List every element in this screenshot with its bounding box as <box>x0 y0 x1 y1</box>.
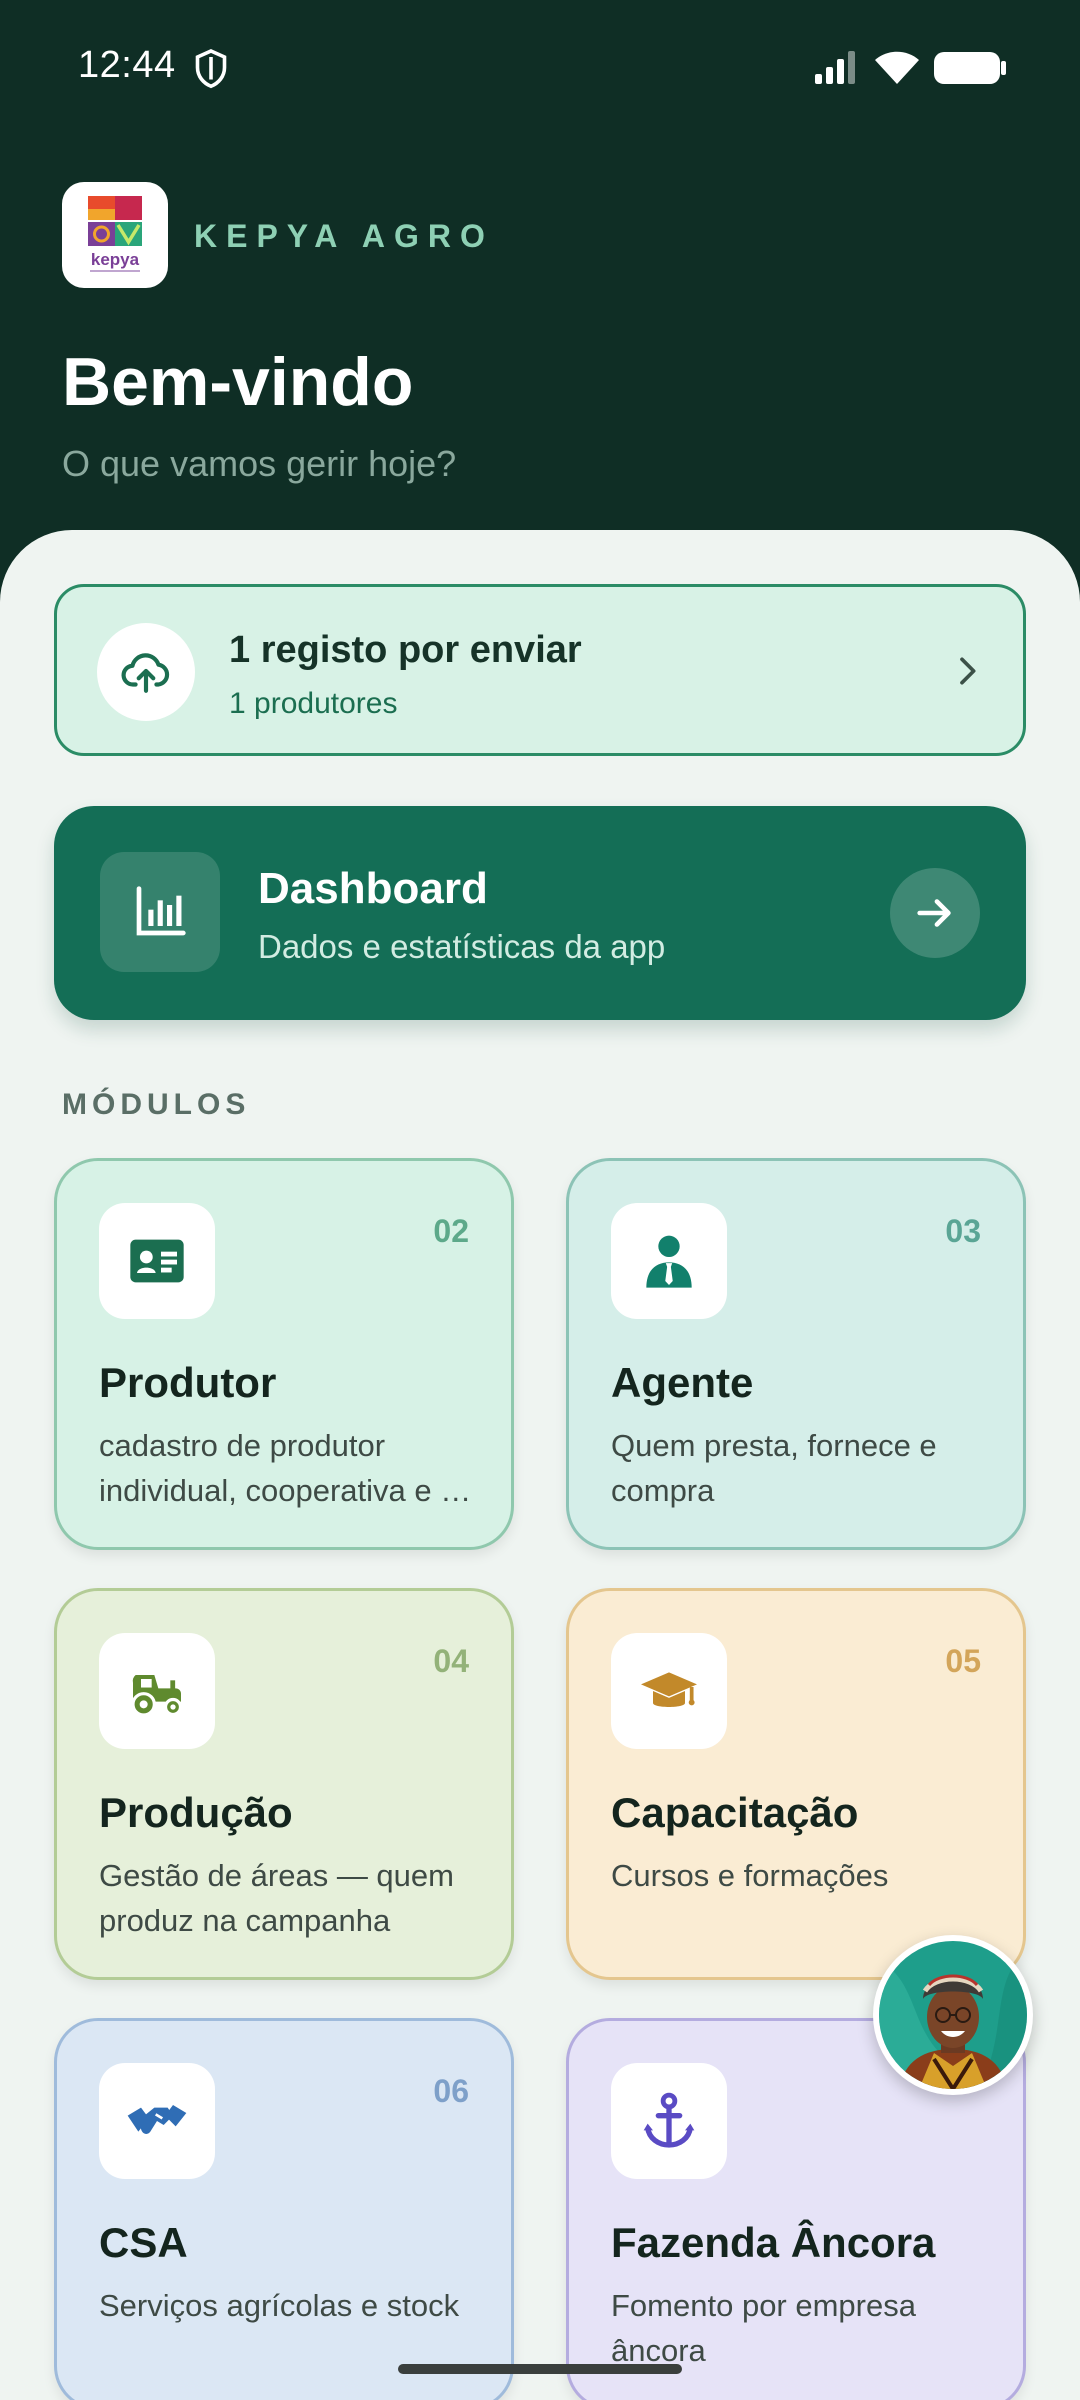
module-number: 02 <box>433 1213 469 1249</box>
shield-icon <box>195 49 227 89</box>
module-title: CSA <box>99 2219 188 2266</box>
module-card-producao[interactable]: 04 Produção Gestão de áreas — quem produ… <box>54 1588 514 1980</box>
status-bar: 12:44 <box>0 0 1080 140</box>
sync-title: 1 registo por enviar <box>229 629 582 671</box>
sync-subtitle: 1 produtores <box>229 687 398 720</box>
chevron-right-icon <box>960 657 976 685</box>
module-description-text: cadastro de produtor individual, coopera… <box>99 1428 472 1508</box>
battery-icon <box>934 52 1006 84</box>
brand-name: KEPYA AGRO <box>194 218 494 254</box>
module-number: 06 <box>433 2073 469 2109</box>
module-description: Gestão de áreas — quem produz na campanh… <box>99 1858 454 1938</box>
module-icon-container <box>611 2063 727 2179</box>
assistant-avatar-button[interactable] <box>873 1935 1033 2095</box>
id-card-icon <box>130 1239 184 1283</box>
module-title: Produtor <box>99 1359 277 1406</box>
module-title: Fazenda Âncora <box>611 2219 936 2266</box>
dashboard-title: Dashboard <box>258 864 488 913</box>
agent-person-icon <box>646 1235 692 1288</box>
graduation-cap-icon <box>641 1672 697 1707</box>
handshake-icon <box>127 2105 187 2134</box>
module-description: Cursos e formações <box>611 1858 889 1893</box>
module-icon-container <box>611 1633 727 1749</box>
avatar <box>879 1941 1027 2089</box>
module-title: Capacitação <box>611 1789 859 1836</box>
dashboard-subtitle: Dados e estatísticas da app <box>258 928 666 965</box>
module-card-capacitacao[interactable]: 05 Capacitação Cursos e formações <box>566 1588 1026 1980</box>
module-card-agente[interactable]: 03 Agente Quem presta, fornece e compra <box>566 1158 1026 1550</box>
module-title: Agente <box>611 1359 754 1406</box>
module-icon-container <box>99 1203 215 1319</box>
module-description: Serviços agrícolas e stock <box>99 2288 460 2323</box>
module-icon-container <box>99 2063 215 2179</box>
page-subtitle: O que vamos gerir hoje? <box>62 443 457 484</box>
wifi-icon <box>875 51 919 84</box>
module-number: 03 <box>945 1213 981 1249</box>
page-title: Bem-vindo <box>62 344 414 420</box>
module-icon-container <box>99 1633 215 1749</box>
sync-icon-container <box>97 623 195 721</box>
dashboard-card[interactable]: Dashboard Dados e estatísticas da app <box>54 806 1026 1020</box>
module-description: cadastro de produtor individual, coopera… <box>99 1423 485 1513</box>
tractor-icon <box>131 1675 183 1717</box>
bar-chart-icon <box>136 886 186 936</box>
dashboard-icon-container <box>100 852 220 972</box>
signal-icon <box>815 51 855 84</box>
header: 12:44 kepya KEPYA AGRO Bem-vindo O que v… <box>0 0 1080 600</box>
module-number: 04 <box>433 1643 469 1679</box>
module-title: Produção <box>99 1789 293 1836</box>
module-card-produtor[interactable]: 02 Produtor cadastro de produtor individ… <box>54 1158 514 1550</box>
anchor-icon <box>643 2092 695 2148</box>
brand-logo: kepya <box>62 182 168 288</box>
status-time: 12:44 <box>78 44 176 86</box>
pending-sync-card[interactable]: 1 registo por enviar 1 produtores <box>54 584 1026 756</box>
modules-section-label: MÓDULOS <box>62 1088 251 1121</box>
home-indicator[interactable] <box>398 2364 682 2374</box>
logo-text: kepya <box>91 250 140 269</box>
module-description: Quem presta, fornece e compra <box>611 1428 937 1508</box>
module-description: Fomento por empresa âncora <box>611 2288 916 2368</box>
arrow-right-icon <box>917 899 951 927</box>
module-number: 05 <box>945 1643 981 1679</box>
cloud-upload-icon <box>121 653 170 693</box>
dashboard-open-button[interactable] <box>890 868 980 958</box>
module-icon-container <box>611 1203 727 1319</box>
module-card-csa[interactable]: 06 CSA Serviços agrícolas e stock <box>54 2018 514 2400</box>
